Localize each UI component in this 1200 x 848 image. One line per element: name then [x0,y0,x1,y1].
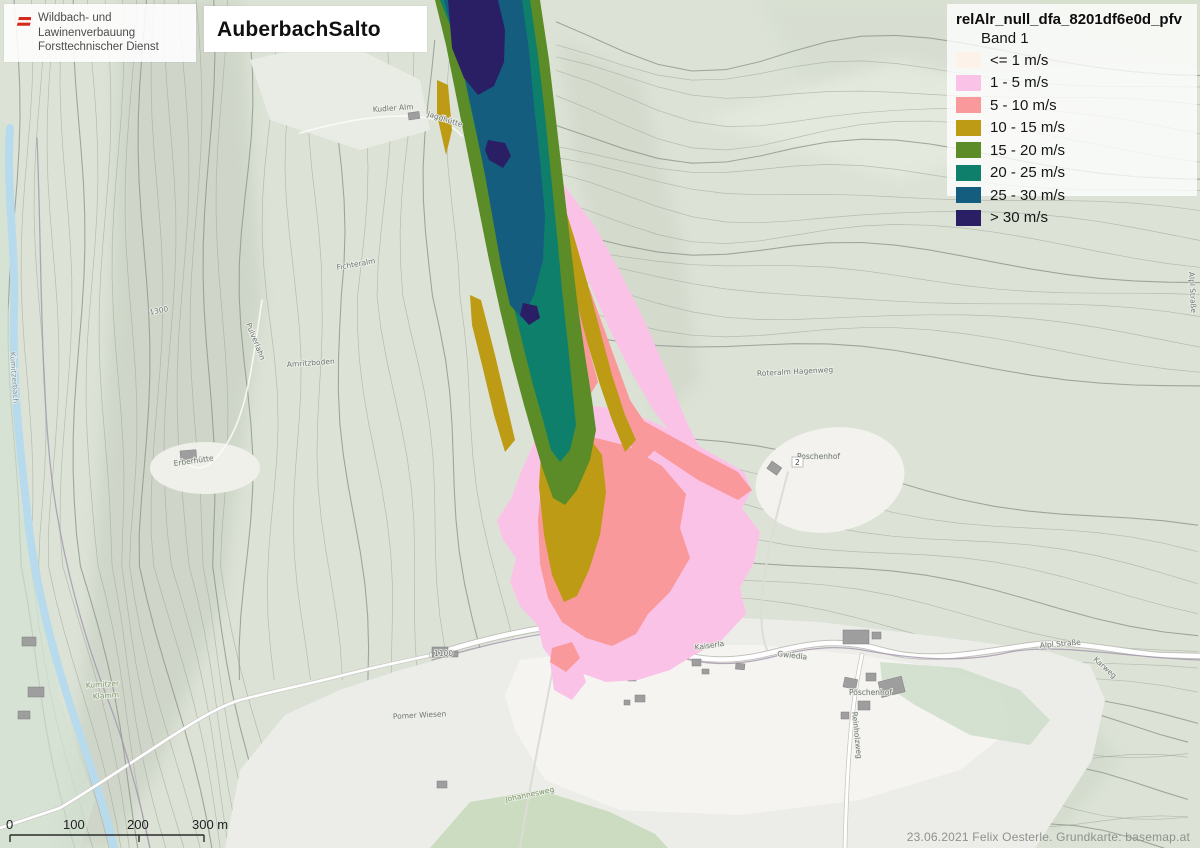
map-label: Poschenhof [797,452,840,461]
legend-rows: <= 1 m/s 1 - 5 m/s 5 - 10 m/s 10 - 15 m/s 15… [953,49,1197,229]
legend-swatch [956,120,981,136]
map-label: 2 [795,458,800,467]
legend-row-label: 5 - 10 m/s [990,97,1057,114]
legend-row-label: > 30 m/s [990,209,1048,226]
attribution: 23.06.2021 Felix Oesterle. Grundkarte: b… [907,830,1190,844]
map-label: Klamm [93,690,120,701]
legend-row: <= 1 m/s [956,49,1197,72]
legend-row: 25 - 30 m/s [956,184,1197,207]
legend-row: 1 - 5 m/s [956,72,1197,95]
scale-label: 0 [6,817,13,832]
legend-swatch [956,165,981,181]
scale-label: 100 [63,817,85,832]
scale-bar: 0 100 200 300 m [8,817,238,845]
legend-swatch [956,97,981,113]
legend-swatch [956,187,981,203]
map-label: Pöschenhof [849,688,892,697]
legend-row-label: 10 - 15 m/s [990,119,1065,136]
legend-swatch [956,52,981,68]
legend-row: 20 - 25 m/s [956,162,1197,185]
legend-row-label: 1 - 5 m/s [990,74,1048,91]
legend-band-label: Band 1 [981,30,1197,47]
legend-row: 10 - 15 m/s [956,117,1197,140]
org-line: Wildbach- und [38,11,159,26]
legend-row: > 30 m/s [956,207,1197,230]
map-title-box: AuberbachSalto [204,6,427,52]
legend-row-label: <= 1 m/s [990,52,1048,69]
wlv-logo-box: Wildbach- und Lawinenverbauung Forsttech… [4,4,196,62]
org-line: Lawinenverbauung [38,26,159,41]
scale-label: 200 [127,817,149,832]
legend-row-label: 25 - 30 m/s [990,187,1065,204]
organization-name: Wildbach- und Lawinenverbauung Forsttech… [38,11,159,55]
legend: relAlr_null_dfa_8201df6e0d_pfv Band 1 <=… [947,4,1197,196]
legend-row-label: 15 - 20 m/s [990,142,1065,159]
legend-swatch [956,75,981,91]
legend-title: relAlr_null_dfa_8201df6e0d_pfv [956,11,1197,28]
legend-swatch [956,142,981,158]
map-export-page: Kudler Alm Jagdhütte Fichteralm Pulverla… [0,0,1200,848]
map-title: AuberbachSalto [204,6,427,42]
legend-swatch [956,210,981,226]
legend-row: 5 - 10 m/s [956,94,1197,117]
legend-row-label: 20 - 25 m/s [990,164,1065,181]
scale-bar-line [8,833,238,845]
map-label: 1100 [434,649,453,658]
austria-flag-icon [16,17,31,28]
legend-row: 15 - 20 m/s [956,139,1197,162]
org-line: Forsttechnischer Dienst [38,40,159,55]
scale-label: 300 m [192,817,228,832]
